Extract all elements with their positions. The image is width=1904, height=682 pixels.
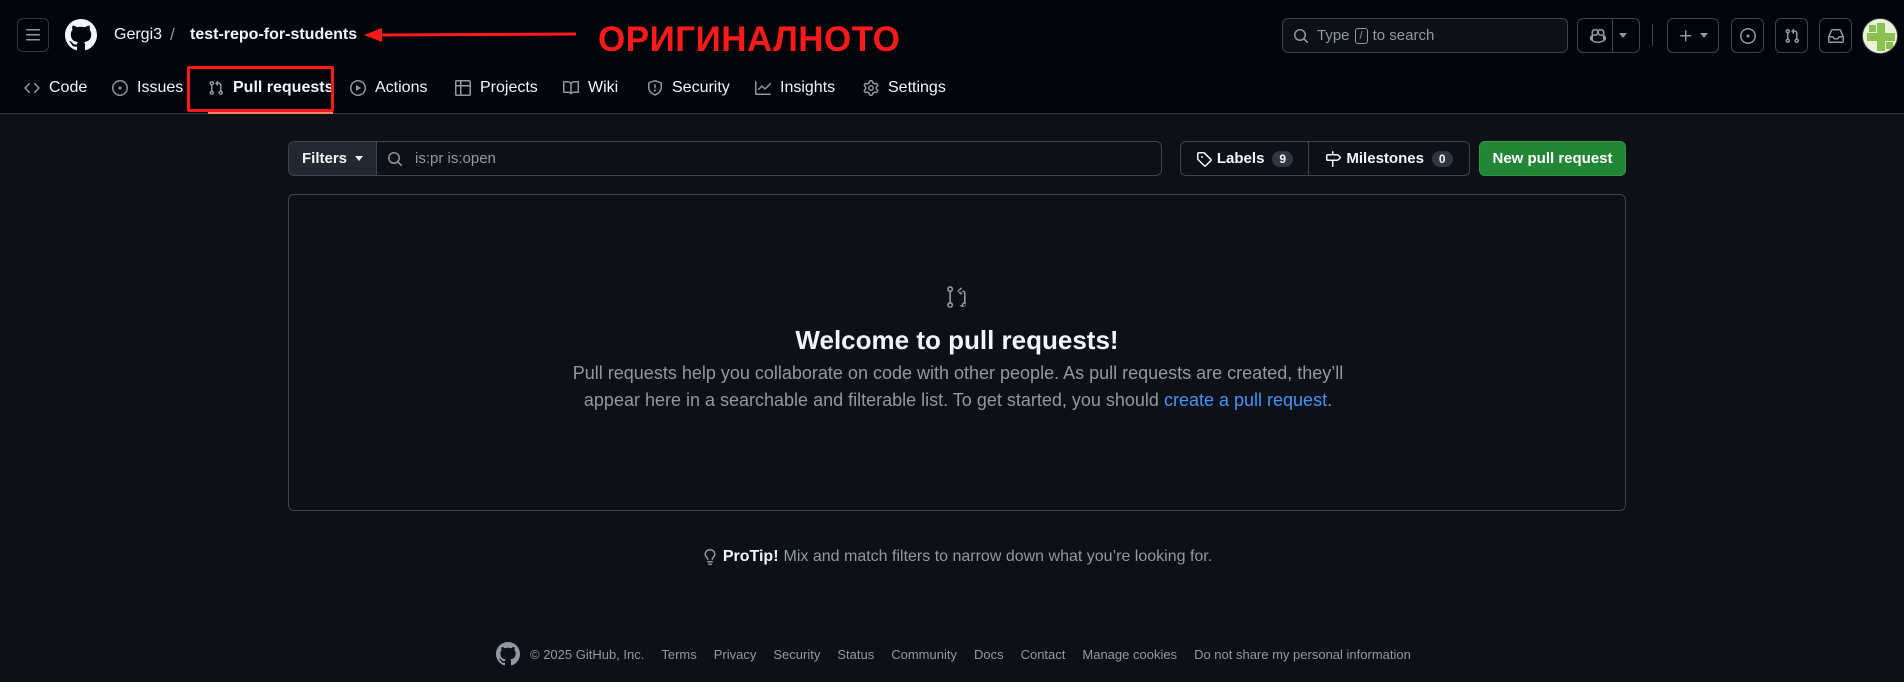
milestones-button[interactable]: Milestones 0 <box>1309 142 1469 175</box>
inbox-icon <box>1827 28 1844 43</box>
labels-button[interactable]: Labels 9 <box>1181 142 1309 175</box>
milestones-label: Milestones <box>1346 150 1424 167</box>
tab-code[interactable]: Code <box>24 68 87 108</box>
footer-link-community[interactable]: Community <box>891 647 957 662</box>
create-pull-request-link[interactable]: create a pull request <box>1164 390 1327 410</box>
repo-name-link[interactable]: test-repo-for-students <box>190 26 357 44</box>
footer-link-terms[interactable]: Terms <box>661 647 696 662</box>
protip-text: Mix and match filters to narrow down wha… <box>783 548 1213 565</box>
tab-label: Actions <box>375 79 428 96</box>
tab-label: Code <box>49 79 88 96</box>
blankslate-desc-end: . <box>1327 390 1333 410</box>
tab-label: Wiki <box>588 79 619 96</box>
tab-label: Projects <box>480 79 538 96</box>
annotation-label: ОРИГИНАЛНОТО <box>598 20 901 59</box>
pr-search-value: is:pr is:open <box>415 150 496 167</box>
search-suffix: to search <box>1372 27 1435 44</box>
your-issues-button[interactable] <box>1731 18 1764 53</box>
search-icon <box>388 151 403 166</box>
footer-link-status[interactable]: Status <box>837 647 874 662</box>
notifications-button[interactable] <box>1819 18 1852 53</box>
search-shortcut-key: / <box>1354 27 1368 44</box>
chevron-down-icon <box>355 156 363 161</box>
tab-settings[interactable]: Settings <box>863 68 946 108</box>
tab-label: Issues <box>137 79 184 96</box>
breadcrumb-separator: / <box>170 25 175 44</box>
tab-actions[interactable]: Actions <box>350 68 427 108</box>
hamburger-icon <box>26 29 40 41</box>
new-pull-request-button[interactable]: New pull request <box>1479 141 1626 176</box>
tab-label: Insights <box>780 79 836 96</box>
pr-filter-bar: Filters is:pr is:open <box>288 141 1162 176</box>
footer-link-contact[interactable]: Contact <box>1021 647 1066 662</box>
git-pull-request-icon <box>1784 28 1799 43</box>
milestone-icon <box>1326 150 1342 167</box>
issue-opened-icon <box>1739 27 1756 44</box>
blankslate-title: Welcome to pull requests! <box>795 325 1119 355</box>
labels-milestones-group: Labels 9 Milestones 0 <box>1180 141 1470 176</box>
tab-projects[interactable]: Projects <box>455 68 538 108</box>
table-icon <box>455 80 471 96</box>
protip: ProTip! Mix and match filters to narrow … <box>0 548 1904 566</box>
copilot-button[interactable] <box>1577 18 1640 53</box>
blankslate-description: Pull requests help you collaborate on co… <box>539 360 1377 414</box>
create-new-button[interactable] <box>1667 18 1719 53</box>
footer-link-do-not-share[interactable]: Do not share my personal information <box>1194 647 1411 662</box>
search-prefix: Type <box>1317 27 1350 44</box>
tab-insights[interactable]: Insights <box>755 68 835 108</box>
play-icon <box>350 80 366 96</box>
book-icon <box>563 80 579 95</box>
tab-pull-requests[interactable]: Pull requests <box>208 68 334 114</box>
pull-requests-blankslate: Welcome to pull requests! Pull requests … <box>288 194 1626 511</box>
footer-link-security[interactable]: Security <box>773 647 820 662</box>
footer-link-docs[interactable]: Docs <box>974 647 1004 662</box>
gear-icon <box>863 80 879 96</box>
chevron-down-icon <box>1700 33 1708 38</box>
milestones-count: 0 <box>1431 150 1453 167</box>
annotation-arrow-icon <box>364 28 576 42</box>
protip-label: ProTip! <box>722 548 779 565</box>
issue-opened-icon <box>112 80 128 96</box>
user-avatar[interactable] <box>1862 18 1898 54</box>
global-search-input[interactable]: Type / to search <box>1282 18 1568 53</box>
tab-security[interactable]: Security <box>647 68 730 108</box>
git-pull-request-icon <box>947 286 967 308</box>
labels-count: 9 <box>1272 150 1294 167</box>
footer-link-privacy[interactable]: Privacy <box>714 647 757 662</box>
menu-button[interactable] <box>17 18 49 52</box>
tab-label: Pull requests <box>233 79 334 96</box>
labels-label: Labels <box>1216 150 1265 167</box>
tab-label: Settings <box>888 79 946 96</box>
filters-button[interactable]: Filters <box>289 142 377 175</box>
tab-label: Security <box>672 79 730 96</box>
search-icon <box>1294 28 1309 43</box>
tab-issues[interactable]: Issues <box>112 68 183 108</box>
git-pull-request-icon <box>209 80 224 96</box>
repo-nav: Code Issues Pull requests Actions Projec… <box>0 68 1904 114</box>
your-pull-requests-button[interactable] <box>1775 18 1808 53</box>
footer-link-manage-cookies[interactable]: Manage cookies <box>1082 647 1177 662</box>
repo-owner-link[interactable]: Gergi3 <box>114 26 162 44</box>
plus-icon <box>1680 29 1692 41</box>
tag-icon <box>1196 151 1212 167</box>
tab-wiki[interactable]: Wiki <box>563 68 618 108</box>
light-bulb-icon <box>704 549 716 565</box>
copilot-icon <box>1590 28 1606 43</box>
footer-copyright: © 2025 GitHub, Inc. <box>530 646 645 662</box>
filters-label: Filters <box>301 150 347 167</box>
pr-search-input[interactable]: is:pr is:open <box>377 142 1161 175</box>
github-logo-icon[interactable] <box>496 642 520 666</box>
chevron-down-icon <box>1619 33 1627 38</box>
blankslate-desc-line2: appear here in a searchable and filterab… <box>583 390 1159 410</box>
site-footer: © 2025 GitHub, Inc. Terms Privacy Securi… <box>496 641 1428 667</box>
blankslate-desc-line1: Pull requests help you collaborate on co… <box>572 363 1344 383</box>
graph-icon <box>755 81 771 95</box>
github-logo-icon[interactable] <box>65 19 97 51</box>
code-icon <box>24 82 40 94</box>
shield-icon <box>648 80 662 96</box>
